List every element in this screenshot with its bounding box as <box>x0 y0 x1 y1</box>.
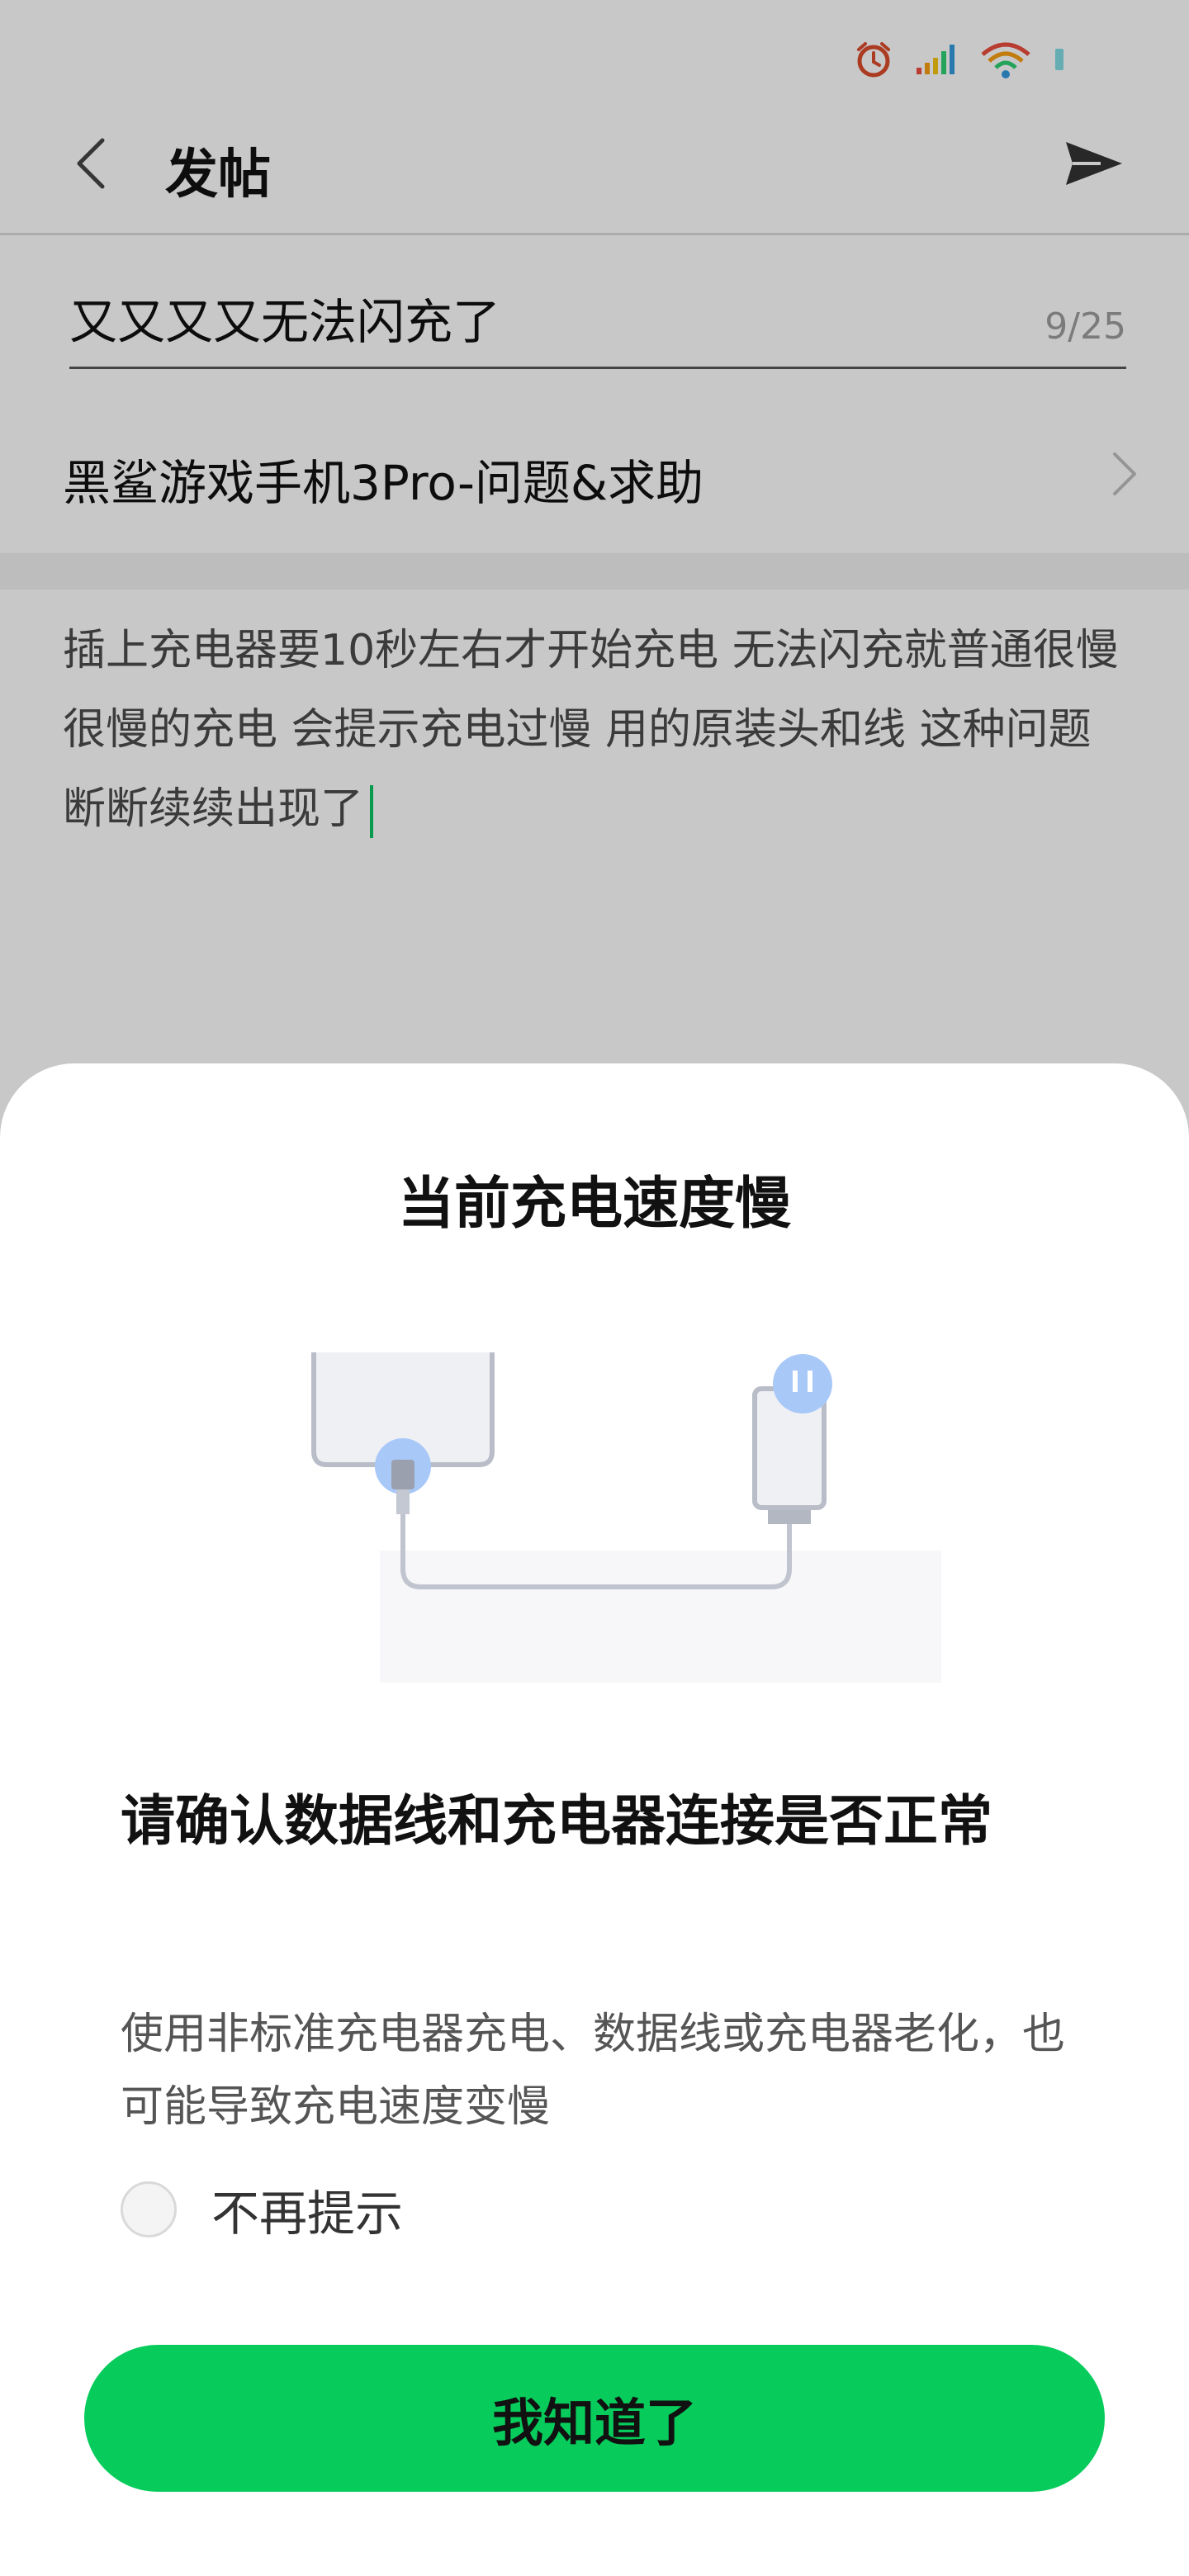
compose-post-screen: 发帖 又又又又无法闪充了 9/25 黑鲨游戏手机3Pro-问题&求助 插上充电器… <box>0 0 1189 2576</box>
prompt-title: 请确认数据线和充电器连接是否正常 <box>121 1789 992 1853</box>
sheet-title: 当前充电速度慢 <box>397 1172 791 1237</box>
charging-slow-sheet: 当前充电速度慢 请确认数据线和充电器连接是否正常 使用非标准充电器充电、数据线或… <box>0 1063 1189 2576</box>
prompt-description: 使用非标准充电器充电、数据线或充电器老化，也可能导致充电速度变慢 <box>121 2010 1066 2132</box>
no-remind-option[interactable]: 不再提示 <box>121 2176 403 2242</box>
got-it-label: 我知道了 <box>491 2393 697 2453</box>
no-remind-radio[interactable] <box>121 2181 177 2237</box>
no-remind-label: 不再提示 <box>211 2185 404 2242</box>
got-it-button[interactable]: 我知道了 <box>84 2345 1105 2492</box>
charger-illustration <box>297 1352 958 1683</box>
